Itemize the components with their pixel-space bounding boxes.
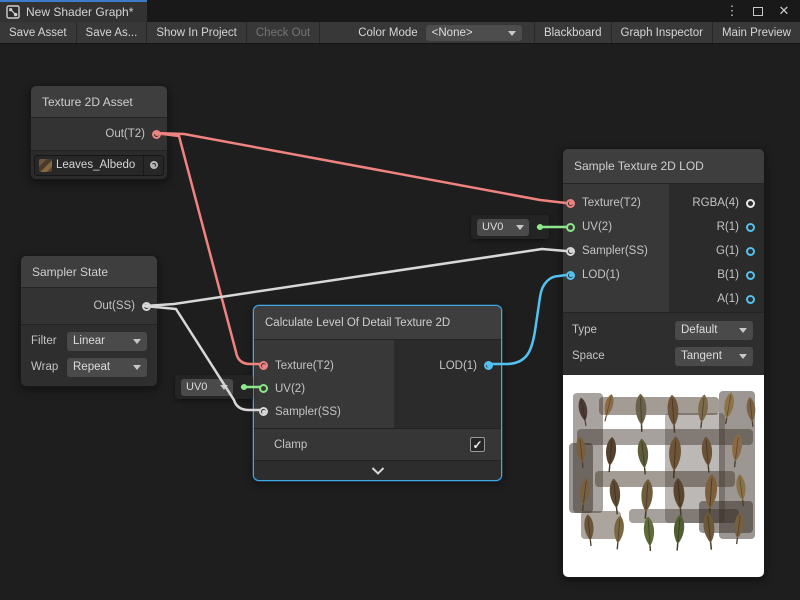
document-tab[interactable]: New Shader Graph* bbox=[0, 0, 147, 22]
space-dropdown[interactable]: Tangent bbox=[675, 347, 753, 366]
port-row-b: B(1) bbox=[669, 263, 755, 287]
sampler-input-port[interactable] bbox=[566, 247, 575, 256]
lod-output-port[interactable] bbox=[484, 361, 493, 370]
chevron-down-icon bbox=[133, 365, 141, 370]
texture-thumbnail bbox=[39, 159, 52, 172]
port-row-lod: LOD(1) bbox=[566, 263, 669, 287]
main-preview-button[interactable]: Main Preview bbox=[712, 22, 800, 43]
uv-input-port[interactable] bbox=[566, 223, 575, 232]
node-sample-texture-2d-lod[interactable]: Sample Texture 2D LOD Texture(T2) UV(2) bbox=[562, 148, 765, 578]
color-mode-label: Color Mode bbox=[350, 22, 425, 43]
texture-input-port[interactable] bbox=[259, 361, 268, 370]
maximize-icon[interactable] bbox=[750, 3, 766, 19]
blackboard-button[interactable]: Blackboard bbox=[534, 22, 611, 43]
uv-default-widget: UV0 bbox=[471, 215, 549, 239]
port-row-sampler: Sampler(SS) bbox=[566, 239, 669, 263]
port-row-a: A(1) bbox=[669, 287, 755, 311]
window-menu-icon[interactable]: ⋮ bbox=[724, 3, 740, 19]
clamp-row: Clamp ✓ bbox=[254, 428, 501, 460]
clamp-checkbox[interactable]: ✓ bbox=[470, 437, 485, 452]
sampler-settings: Filter Linear Wrap Repeat bbox=[21, 324, 157, 386]
port-row-out-ss: Out(SS) bbox=[21, 288, 157, 324]
uv-connector-dot bbox=[537, 224, 543, 230]
r-output-port[interactable] bbox=[746, 223, 755, 232]
filter-label: Filter bbox=[31, 335, 67, 347]
save-as-button[interactable]: Save As... bbox=[77, 22, 148, 43]
window-controls: ⋮ ✕ bbox=[724, 0, 800, 22]
port-row-texture: Texture(T2) bbox=[259, 354, 394, 377]
edge-texture-to-sample[interactable] bbox=[155, 133, 566, 203]
uv-channel-dropdown[interactable]: UV0 bbox=[477, 219, 529, 236]
lod-input-port[interactable] bbox=[566, 271, 575, 280]
node-texture-2d-asset[interactable]: Texture 2D Asset Out(T2) Leaves_Albedo bbox=[30, 85, 168, 180]
b-output-port[interactable] bbox=[746, 271, 755, 280]
port-row-uv: UV(2) bbox=[259, 377, 394, 400]
shader-graph-icon bbox=[6, 5, 20, 19]
toolbar: Save Asset Save As... Show In Project Ch… bbox=[0, 22, 800, 44]
preview-image bbox=[563, 375, 764, 577]
wrap-dropdown[interactable]: Repeat bbox=[67, 358, 147, 377]
tab-title: New Shader Graph* bbox=[26, 5, 133, 19]
uv-channel-dropdown[interactable]: UV0 bbox=[181, 379, 233, 396]
node-title: Sampler State bbox=[21, 256, 157, 288]
sample-settings: Type Default Space Tangent bbox=[563, 312, 764, 375]
port-row-uv: UV(2) bbox=[566, 215, 669, 239]
chevron-down-icon bbox=[516, 225, 524, 230]
chevron-down-icon bbox=[508, 31, 516, 36]
port-row-out-t2: Out(T2) bbox=[31, 118, 167, 150]
a-output-port[interactable] bbox=[746, 295, 755, 304]
save-asset-button[interactable]: Save Asset bbox=[0, 22, 77, 43]
port-row-sampler: Sampler(SS) bbox=[259, 400, 394, 423]
rgba-output-port[interactable] bbox=[746, 199, 755, 208]
node-calculate-lod-texture-2d[interactable]: Calculate Level Of Detail Texture 2D Tex… bbox=[253, 305, 502, 481]
texture-input-port[interactable] bbox=[566, 199, 575, 208]
port-row-rgba: RGBA(4) bbox=[669, 191, 755, 215]
port-row-texture: Texture(T2) bbox=[566, 191, 669, 215]
show-in-project-button[interactable]: Show In Project bbox=[147, 22, 247, 43]
out-t2-port[interactable] bbox=[152, 130, 161, 139]
uv-default-widget: UV0 bbox=[175, 375, 253, 399]
node-title: Texture 2D Asset bbox=[31, 86, 167, 118]
graph-canvas[interactable]: Texture 2D Asset Out(T2) Leaves_Albedo S… bbox=[0, 44, 800, 600]
node-sampler-state[interactable]: Sampler State Out(SS) Filter Linear Wrap bbox=[20, 255, 158, 387]
texture-asset-field-row: Leaves_Albedo bbox=[31, 150, 167, 179]
port-row-r: R(1) bbox=[669, 215, 755, 239]
edge-texture-to-calculate[interactable] bbox=[155, 133, 260, 364]
space-label: Space bbox=[572, 350, 675, 362]
node-title: Sample Texture 2D LOD bbox=[563, 149, 764, 184]
close-icon[interactable]: ✕ bbox=[776, 3, 792, 19]
chevron-down-icon bbox=[220, 385, 228, 390]
filter-dropdown[interactable]: Linear bbox=[67, 332, 147, 351]
uv-connector-dot bbox=[241, 384, 247, 390]
port-row-g: G(1) bbox=[669, 239, 755, 263]
type-dropdown[interactable]: Default bbox=[675, 321, 753, 340]
color-mode-dropdown[interactable]: <None> bbox=[426, 25, 522, 41]
edge-sampler-to-sample[interactable] bbox=[145, 249, 566, 306]
uv-input-port[interactable] bbox=[259, 384, 268, 393]
collapse-chevron-icon bbox=[371, 467, 385, 475]
check-out-button: Check Out bbox=[247, 22, 320, 43]
type-label: Type bbox=[572, 324, 675, 336]
object-picker-icon[interactable] bbox=[143, 156, 163, 175]
wrap-label: Wrap bbox=[31, 361, 67, 373]
graph-inspector-button[interactable]: Graph Inspector bbox=[611, 22, 712, 43]
texture-object-field[interactable]: Leaves_Albedo bbox=[34, 155, 164, 176]
out-ss-port[interactable] bbox=[142, 302, 151, 311]
g-output-port[interactable] bbox=[746, 247, 755, 256]
port-row-lod-out: LOD(1) bbox=[394, 354, 493, 377]
chevron-down-icon bbox=[739, 354, 747, 359]
collapse-bar[interactable] bbox=[254, 460, 501, 480]
window-tab-bar: New Shader Graph* ⋮ ✕ bbox=[0, 0, 800, 22]
chevron-down-icon bbox=[739, 328, 747, 333]
sampler-input-port[interactable] bbox=[259, 407, 268, 416]
shader-graph-window: New Shader Graph* ⋮ ✕ Save Asset Save As… bbox=[0, 0, 800, 600]
chevron-down-icon bbox=[133, 339, 141, 344]
node-title: Calculate Level Of Detail Texture 2D bbox=[254, 306, 501, 340]
